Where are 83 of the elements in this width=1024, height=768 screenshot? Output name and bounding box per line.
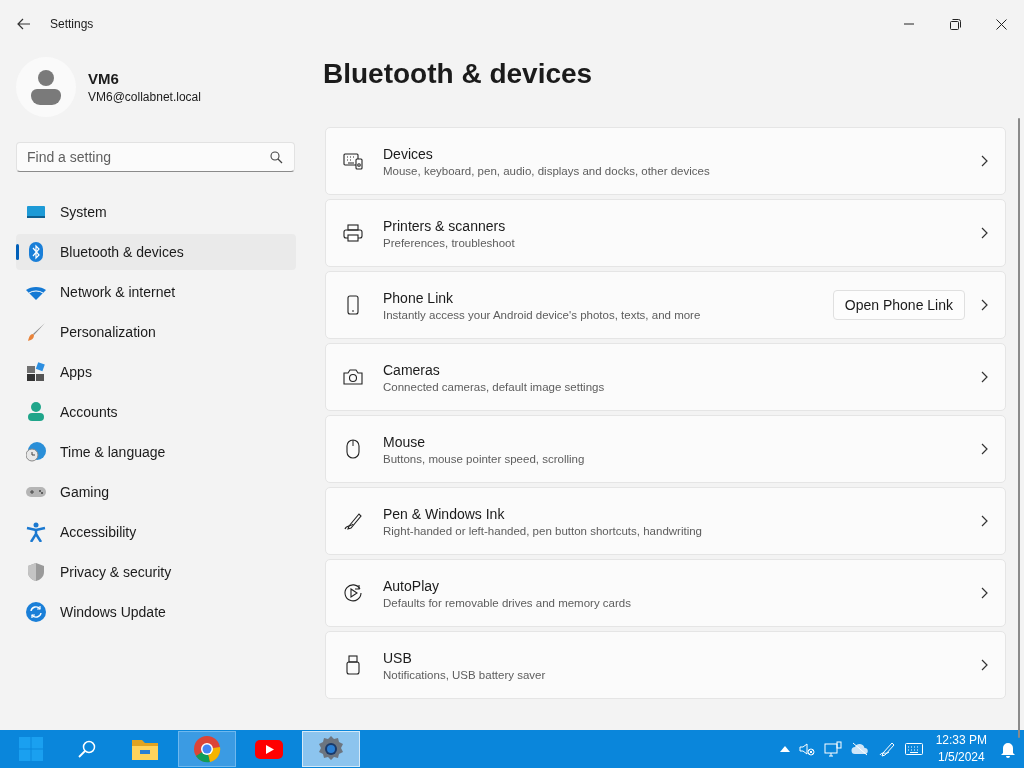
keyboard-speaker-icon (343, 151, 363, 171)
settings-card[interactable]: Cameras Connected cameras, default image settings (325, 343, 1006, 411)
user-name: VM6 (88, 70, 120, 87)
card-description: Notifications, USB battery saver (383, 668, 547, 681)
chevron-right-icon (979, 587, 989, 599)
card-title: Printers & scanners (383, 217, 507, 234)
open-phone-link-button[interactable]: Open Phone Link (832, 290, 965, 320)
paintbrush-icon (26, 322, 46, 342)
usb-drive-icon (343, 655, 363, 675)
settings-card[interactable]: Mouse Buttons, mouse pointer speed, scrolling (325, 415, 1006, 483)
chevron-right-icon (979, 227, 989, 239)
back-arrow-icon (17, 18, 31, 30)
minimize-icon (904, 23, 914, 25)
keyboard-icon[interactable] (904, 743, 923, 755)
chevron-up-icon[interactable] (779, 746, 790, 752)
card-description: Buttons, mouse pointer speed, scrolling (383, 452, 586, 465)
card-description: Defaults for removable drives and memory cards (383, 596, 632, 609)
user-email: VM6@collabnet.local (88, 90, 201, 104)
sidebar-item[interactable]: System (16, 194, 296, 230)
sidebar-item[interactable]: Accounts (16, 394, 296, 430)
chevron-right-icon (979, 515, 989, 527)
network-icon[interactable] (823, 741, 842, 757)
window-title: Settings (50, 17, 95, 31)
pen-icon[interactable] (877, 741, 896, 757)
card-description: Right-handed or left-handed, pen button shortcuts, handwriting (383, 524, 703, 537)
search-icon (78, 740, 96, 758)
card-description: Preferences, troubleshoot (383, 236, 516, 249)
browser-icon (192, 734, 222, 764)
sidebar-item[interactable]: Personalization (16, 314, 296, 350)
accessibility-icon (26, 522, 46, 542)
sidebar-item[interactable]: Apps (16, 354, 296, 390)
play-circle-icon (343, 583, 363, 603)
card-title: Phone Link (383, 289, 455, 306)
restore-icon (949, 18, 961, 30)
card-description: Connected cameras, default image settings (383, 380, 606, 393)
camera-icon (343, 367, 363, 387)
sidebar-item[interactable]: Gaming (16, 474, 296, 510)
printer-icon (343, 223, 363, 243)
clock-date[interactable]: 1/5/2024 (937, 749, 985, 766)
sidebar-item[interactable]: Network & internet (16, 274, 296, 310)
mouse-icon (343, 439, 363, 459)
chevron-right-icon (979, 371, 989, 383)
settings-card[interactable]: AutoPlay Defaults for removable drives and memory cards (325, 559, 1006, 627)
settings-card[interactable]: Printers & scanners Preferences, troubleshoot (325, 199, 1006, 267)
sync-icon (26, 602, 46, 622)
apps-icon (26, 362, 46, 382)
settings-card[interactable]: USB Notifications, USB battery saver (325, 631, 1006, 699)
pen-icon (343, 511, 363, 531)
chevron-right-icon (979, 659, 989, 671)
bluetooth-icon (26, 242, 46, 262)
card-title: USB (383, 649, 413, 666)
card-title: Devices (383, 145, 434, 162)
chevron-right-icon (979, 155, 989, 167)
globe-clock-icon (26, 442, 46, 462)
notification-bell-icon[interactable] (1000, 740, 1016, 758)
chevron-right-icon (979, 443, 989, 455)
cloud-icon[interactable] (850, 742, 869, 756)
chevron-right-icon (979, 299, 989, 311)
sidebar-item[interactable]: Bluetooth & devices (16, 234, 296, 270)
windows-logo-icon (18, 736, 44, 762)
settings-card[interactable]: Phone Link Instantly access your Android device's photos, texts, and more Open Phone Link (325, 271, 1006, 339)
person-icon (26, 402, 46, 422)
page-title: Bluetooth & devices (323, 58, 594, 91)
volume-muted-icon[interactable] (798, 742, 815, 756)
scrollbar[interactable] (1018, 118, 1020, 738)
sidebar-item[interactable]: Privacy & security (16, 554, 296, 590)
shield-icon (26, 562, 46, 582)
selection-indicator (16, 244, 19, 260)
sidebar-item[interactable]: Time & language (16, 434, 296, 470)
search-field[interactable]: Find a setting (16, 142, 295, 172)
card-title: Pen & Windows Ink (383, 505, 506, 522)
card-title: Mouse (383, 433, 427, 450)
card-title: Cameras (383, 361, 441, 378)
card-title: AutoPlay (383, 577, 441, 594)
search-icon (270, 151, 283, 164)
settings-card[interactable]: Devices Mouse, keyboard, pen, audio, displays and docks, other devices (325, 127, 1006, 195)
card-description: Mouse, keyboard, pen, audio, displays and docks, other devices (383, 164, 711, 177)
sidebar-item[interactable]: Windows Update (16, 594, 296, 630)
card-description: Instantly access your Android device's photos, texts, and more (383, 308, 702, 321)
settings-card[interactable]: Pen & Windows Ink Right-handed or left-handed, pen button shortcuts, handwriting (325, 487, 1006, 555)
clock-time[interactable]: 12:33 PM (935, 732, 987, 749)
sidebar-item[interactable]: Accessibility (16, 514, 296, 550)
close-icon (995, 18, 1007, 30)
